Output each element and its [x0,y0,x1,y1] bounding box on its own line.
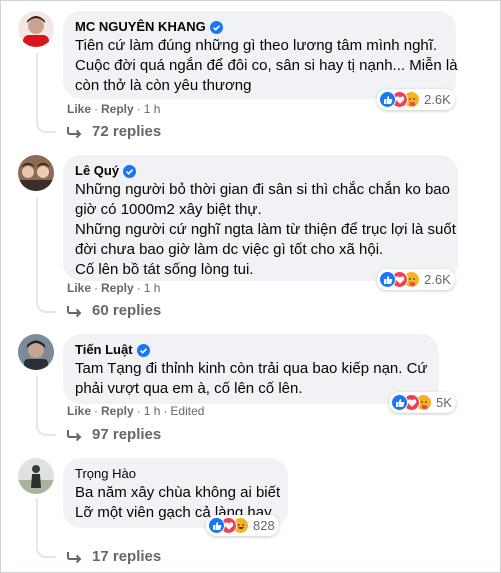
comment-timestamp[interactable]: 1 h [144,281,161,295]
comment-bubble: MC NGUYÊN KHANG Tiên cứ làm đúng những g… [63,11,458,99]
like-reaction-icon [208,517,225,534]
replies-count: 17 replies [92,548,162,565]
reply-thread-line [36,376,56,436]
reactions-summary[interactable]: 828 [206,515,279,536]
reaction-count: 2.6K [424,272,451,287]
comment-timestamp[interactable]: 1 h [144,404,161,418]
reactions-summary[interactable]: 2.6K [377,89,455,110]
reply-arrow-icon [67,429,82,441]
like-button[interactable]: Like [67,102,91,116]
reply-arrow-icon [67,551,82,563]
reply-button[interactable]: Reply [101,281,134,295]
avatar[interactable] [18,11,54,47]
reaction-count: 828 [253,518,275,533]
reply-arrow-icon [67,305,82,317]
avatar[interactable] [18,334,54,370]
verified-badge-icon [209,20,223,34]
comment-timestamp[interactable]: 1 h [144,102,161,116]
reply-thread-line [36,498,56,558]
comment-text: Tiên cứ làm đúng những gì theo lương tâm… [75,37,458,94]
comment-bubble: Tiến Luật Tam Tạng đi thỉnh kinh còn trả… [63,334,439,404]
comment-actions: Like · Reply · 1 h [67,102,161,116]
reply-arrow-icon [67,126,82,138]
commenter-name[interactable]: Lê Quý [75,163,446,179]
avatar[interactable] [18,155,54,191]
view-replies-button[interactable]: 72 replies [67,123,161,140]
view-replies-button[interactable]: 97 replies [67,426,161,443]
reply-thread-line [36,198,56,313]
like-button[interactable]: Like [67,281,91,295]
commenter-name[interactable]: Tiến Luật [75,342,427,358]
avatar[interactable] [18,458,54,494]
view-replies-button[interactable]: 17 replies [67,548,161,565]
commenter-name[interactable]: Trọng Hào [75,466,276,482]
comments-panel: MC NGUYÊN KHANG Tiên cứ làm đúng những g… [0,0,501,573]
edited-label: Edited [170,404,205,418]
reactions-summary[interactable]: 2.6K [377,269,455,290]
comment-text: Những người bỏ thời gian đi sân si thì c… [75,181,456,278]
reply-button[interactable]: Reply [101,404,134,418]
comment-actions: Like · Reply · 1 h [67,281,161,295]
reactions-summary[interactable]: 5K [389,392,456,413]
replies-count: 97 replies [92,426,162,443]
comment-actions: Like · Reply · 1 h · Edited [67,404,205,418]
reaction-count: 2.6K [424,92,451,107]
replies-count: 60 replies [92,302,162,319]
verified-badge-icon [123,164,137,178]
like-reaction-icon [379,271,396,288]
commenter-name[interactable]: MC NGUYÊN KHANG [75,19,444,35]
verified-badge-icon [136,343,150,357]
comment-bubble: Lê Quý Những người bỏ thời gian đi sân s… [63,155,458,281]
like-reaction-icon [379,91,396,108]
like-button[interactable]: Like [67,404,91,418]
reaction-count: 5K [436,395,452,410]
view-replies-button[interactable]: 60 replies [67,302,161,319]
reply-button[interactable]: Reply [101,102,134,116]
comment-text: Tam Tạng đi thỉnh kinh còn trải qua bao … [75,360,428,397]
reply-thread-line [36,53,56,133]
like-reaction-icon [391,394,408,411]
replies-count: 72 replies [92,123,162,140]
